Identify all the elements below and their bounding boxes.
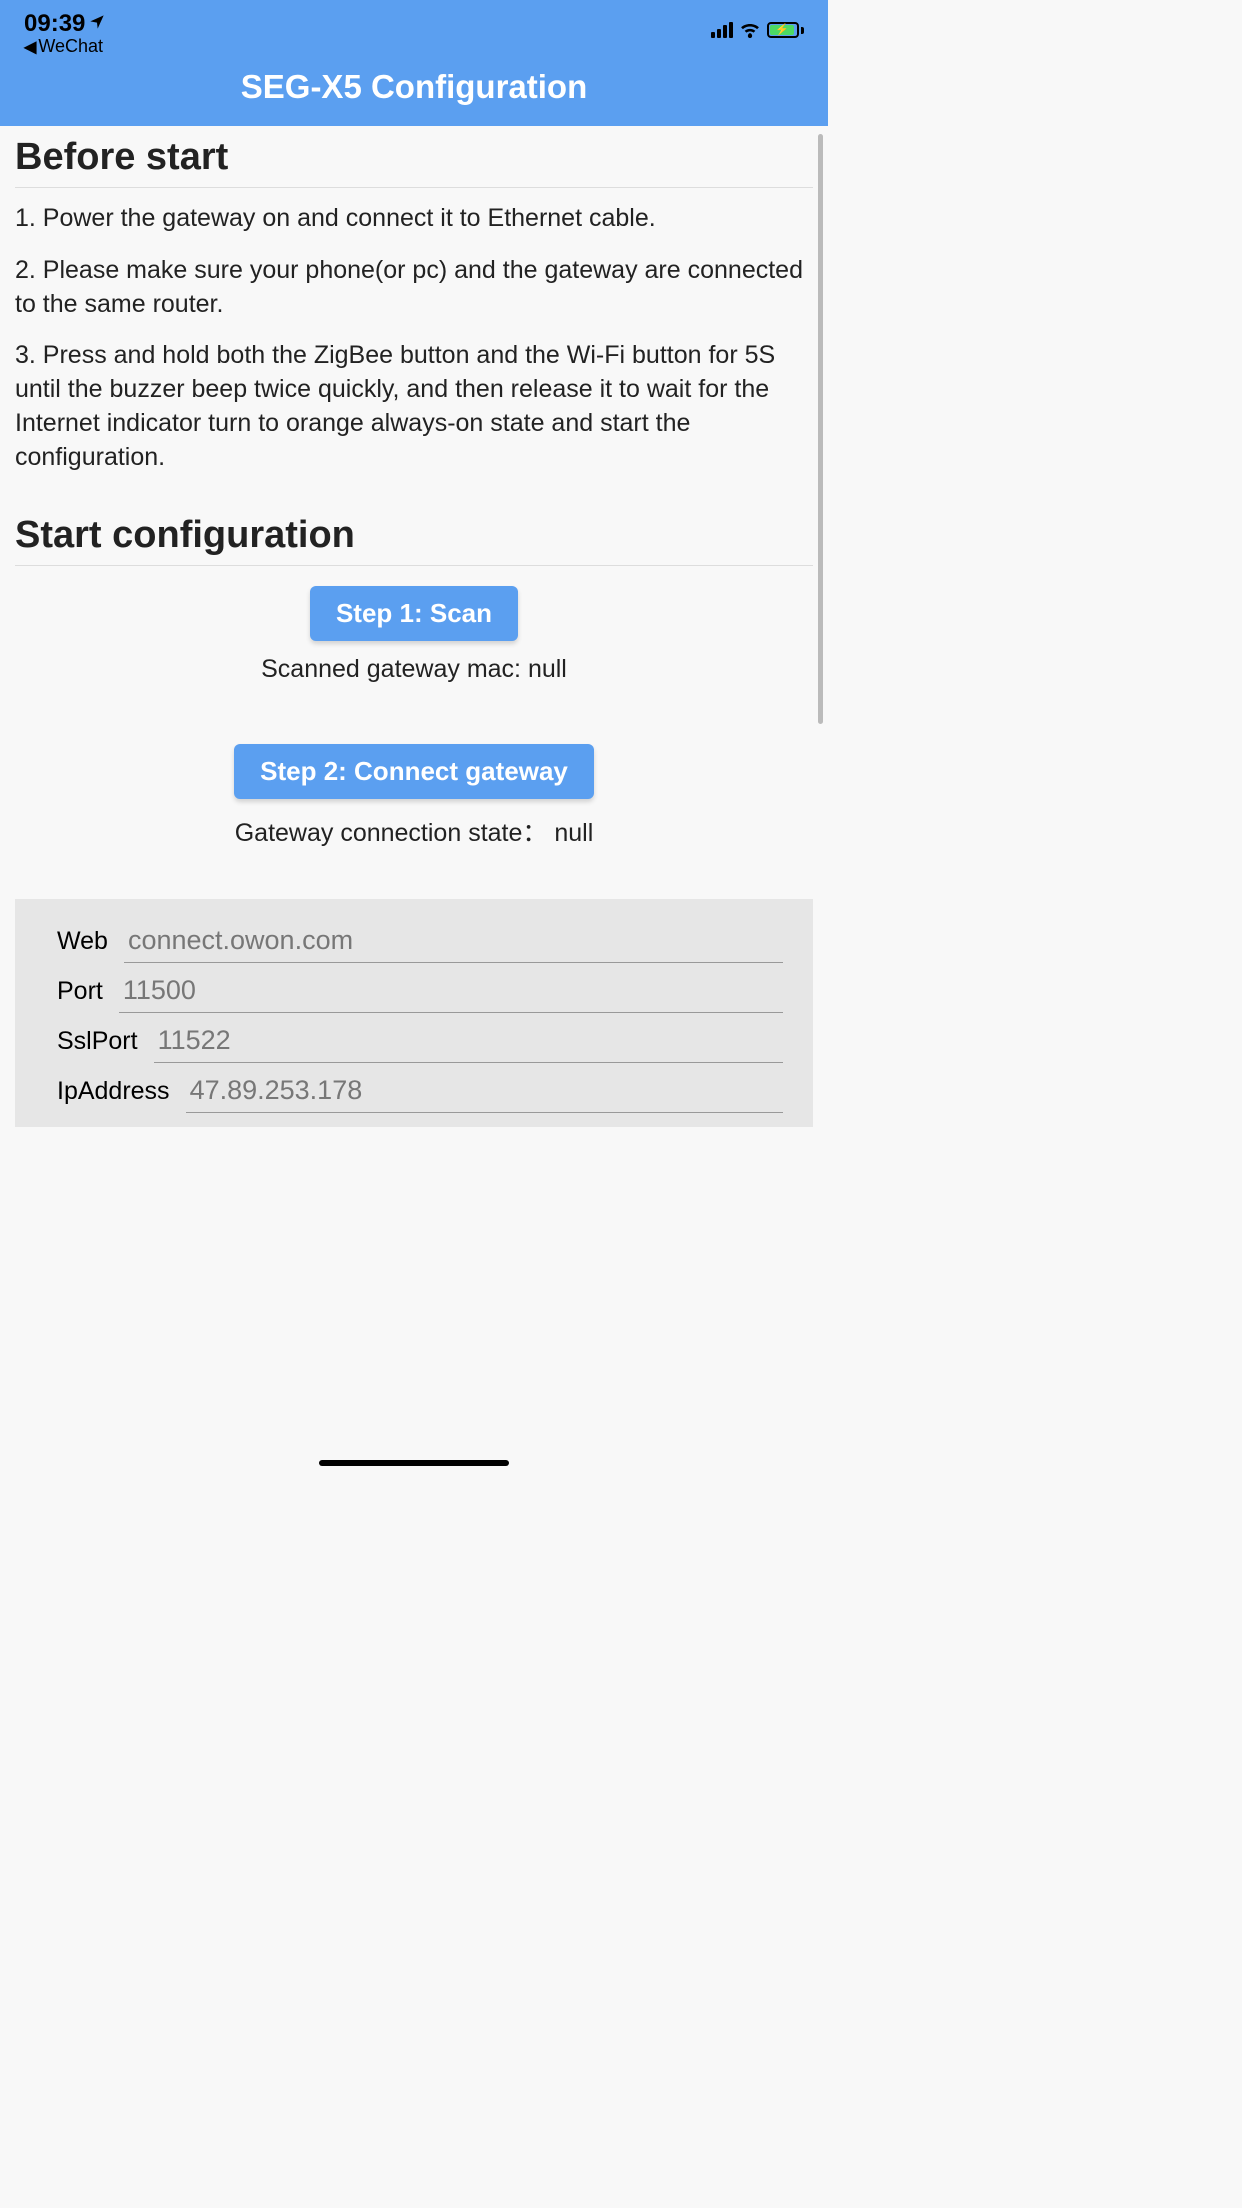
sslport-input[interactable]: [154, 1017, 783, 1063]
config-fields-box: Web Port SslPort IpAddress: [15, 899, 813, 1127]
location-icon: [89, 14, 105, 35]
before-start-heading: Before start: [15, 126, 813, 188]
instruction-1: 1. Power the gateway on and connect it t…: [15, 202, 813, 236]
main-content: Before start 1. Power the gateway on and…: [0, 126, 828, 1478]
status-time: 09:39: [24, 10, 85, 38]
start-config-heading: Start configuration: [15, 504, 813, 566]
back-to-app[interactable]: ◀ WeChat: [24, 36, 103, 57]
port-label: Port: [57, 969, 119, 1006]
ipaddress-label: IpAddress: [57, 1069, 186, 1106]
scrollbar[interactable]: [818, 134, 823, 724]
nav-bar: SEG-X5 Configuration: [0, 56, 828, 126]
port-input[interactable]: [119, 967, 783, 1013]
connection-state-status: Gateway connection state： null: [15, 813, 813, 849]
ipaddress-input[interactable]: [186, 1067, 783, 1113]
back-app-label: WeChat: [38, 36, 103, 57]
battery-icon: ⚡: [767, 22, 804, 38]
home-indicator[interactable]: [319, 1460, 509, 1466]
status-bar: 09:39 ◀ WeChat: [0, 0, 828, 56]
instruction-3: 3. Press and hold both the ZigBee button…: [15, 339, 813, 474]
wifi-icon: [739, 22, 761, 38]
connect-gateway-button[interactable]: Step 2: Connect gateway: [234, 744, 594, 799]
instruction-2: 2. Please make sure your phone(or pc) an…: [15, 254, 813, 322]
web-input[interactable]: [124, 917, 783, 963]
scan-button[interactable]: Step 1: Scan: [310, 586, 518, 641]
cellular-signal-icon: [711, 22, 733, 38]
web-label: Web: [57, 919, 124, 956]
sslport-label: SslPort: [57, 1019, 154, 1056]
back-arrow-icon: ◀: [24, 37, 36, 57]
page-title: SEG-X5 Configuration: [0, 68, 828, 106]
scanned-mac-status: Scanned gateway mac: null: [15, 655, 813, 684]
